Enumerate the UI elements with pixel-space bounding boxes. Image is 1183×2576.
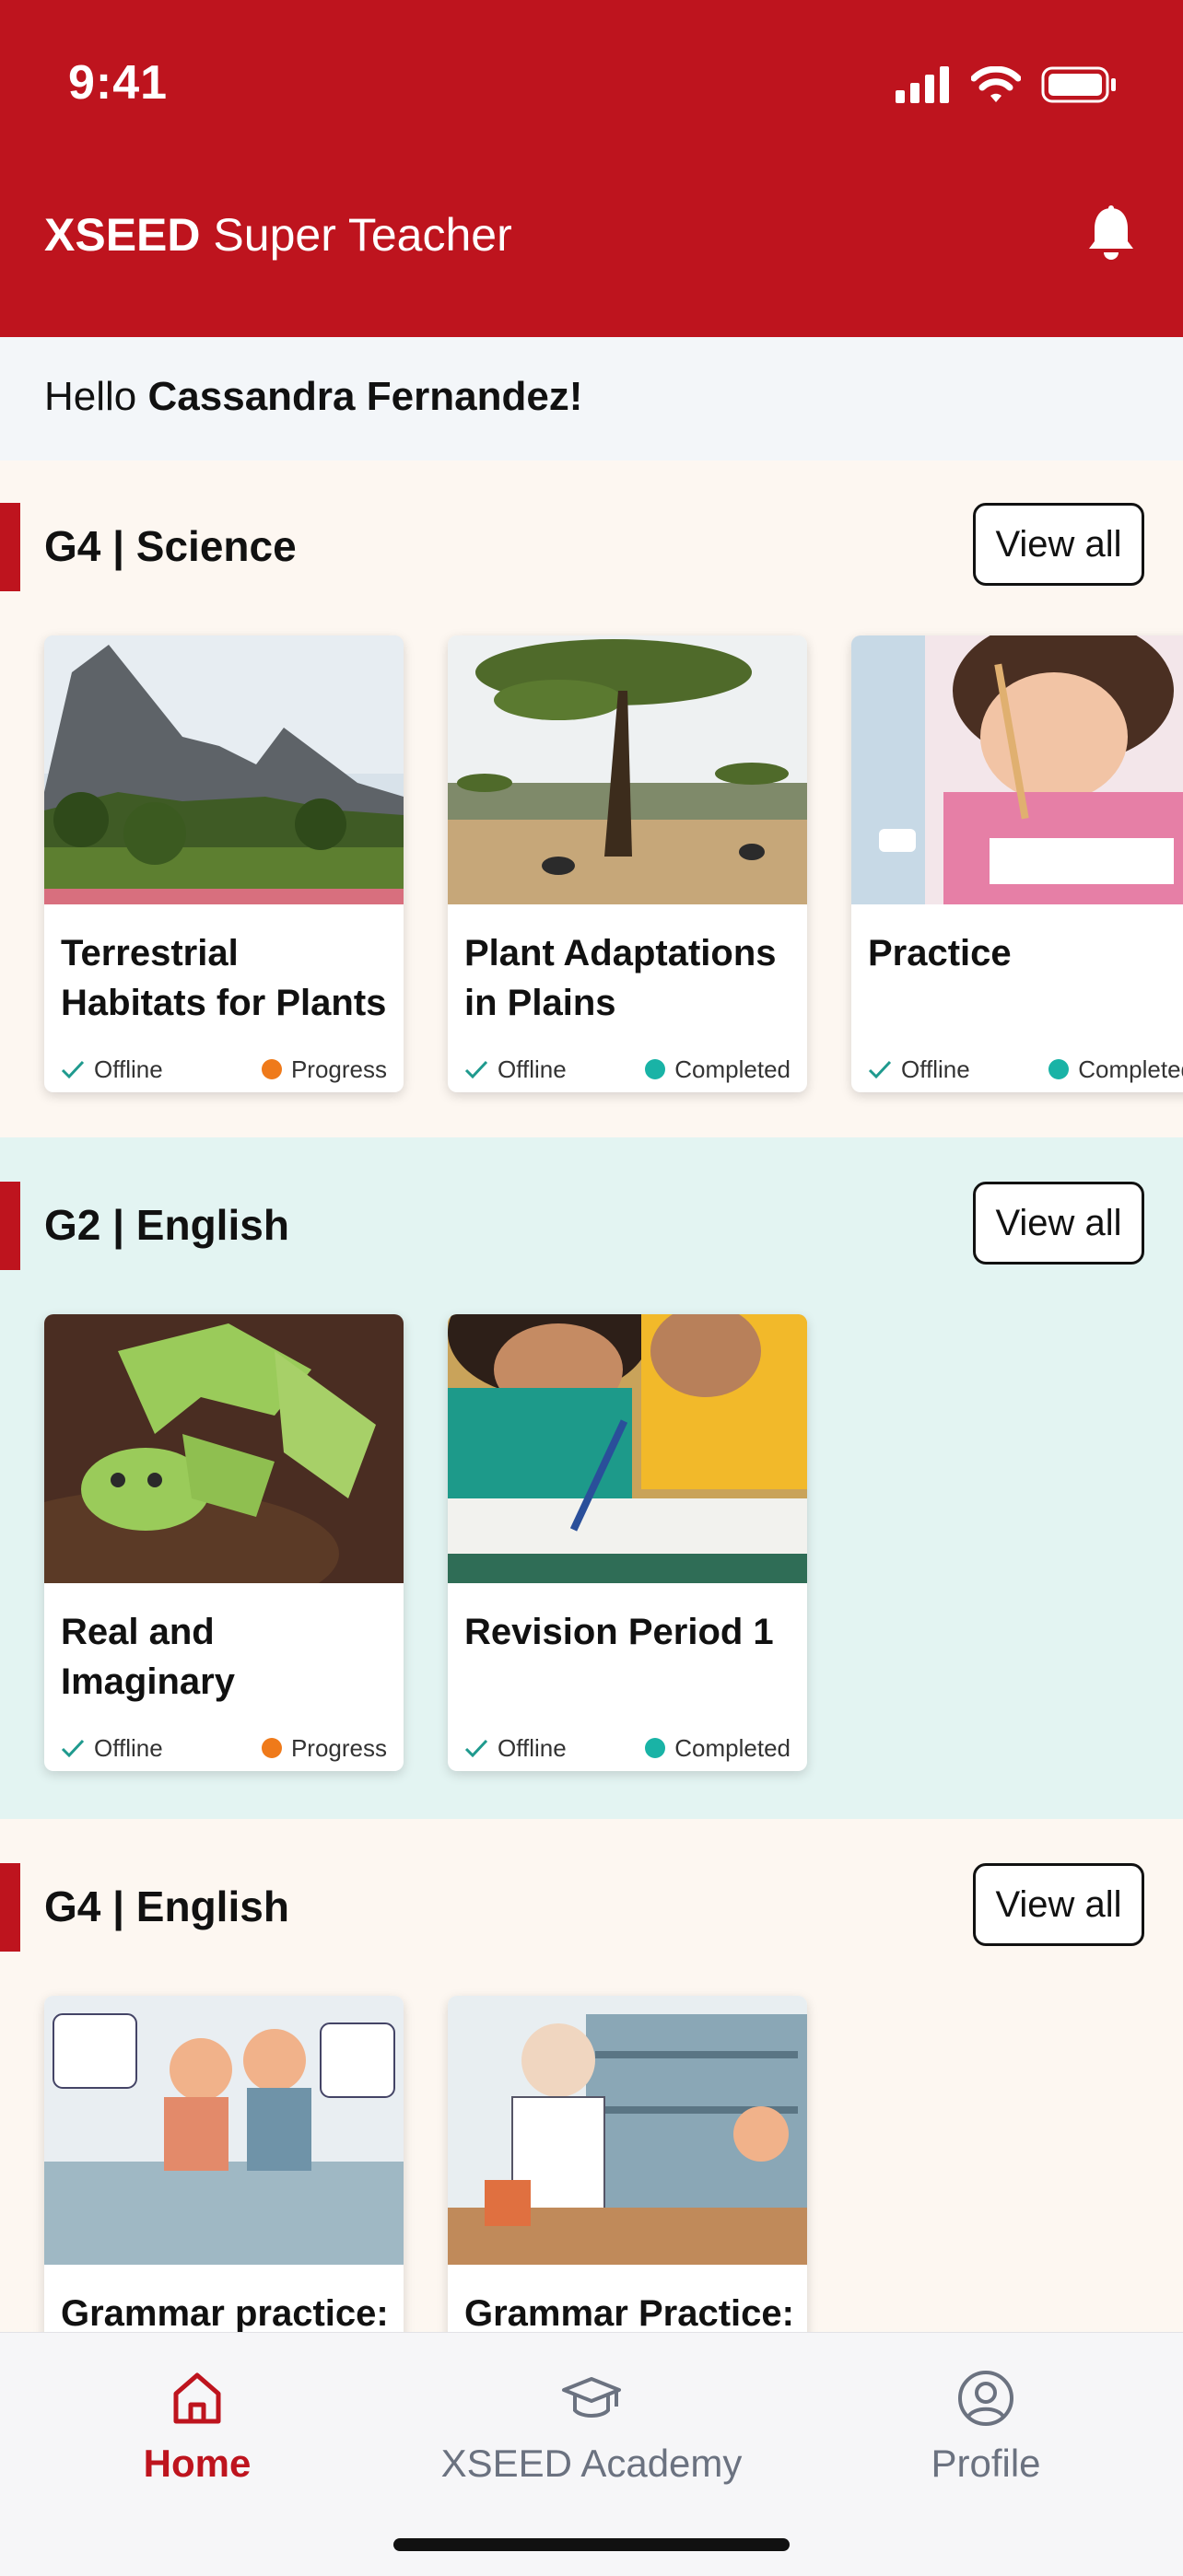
cellular-signal-icon	[896, 66, 949, 103]
card-meta: Offline Progress	[61, 1055, 387, 1083]
offline-label: Offline	[498, 1733, 567, 1762]
view-all-button[interactable]: View all	[973, 503, 1144, 586]
section-g4-science: G4 | Science View all Terrestrial Habita…	[0, 460, 1183, 1137]
card-title: Grammar practice:	[61, 2293, 389, 2334]
lesson-card-terrestrial-habitats[interactable]: Terrestrial Habitats for Plants Offline …	[44, 635, 404, 1092]
teacher-name: Cassandra Fernandez!	[147, 374, 583, 419]
card-title: Plant Adaptations in Plains	[464, 933, 777, 1023]
card-title: Real and Imaginary	[61, 1612, 235, 1702]
status-label: Progress	[290, 1055, 387, 1083]
section-accent	[0, 1182, 20, 1270]
status-indicator: Progress	[261, 1055, 387, 1084]
lesson-card-plant-adaptations[interactable]: Plant Adaptations in Plains Offline Comp…	[448, 635, 807, 1092]
profile-icon	[958, 2371, 1013, 2426]
status-label: Progress	[290, 1733, 387, 1762]
brand-name: XSEED	[44, 209, 201, 261]
section-g2-english: G2 | English View all Real and Imaginary…	[0, 1137, 1183, 1819]
nav-profile[interactable]: Profile	[792, 2368, 1179, 2486]
mountain-landscape-image	[44, 635, 404, 904]
card-meta: Offline Progress	[61, 1734, 387, 1762]
offline-indicator: Offline	[868, 1055, 970, 1084]
dragon-illustration-image	[44, 1314, 404, 1583]
greeting-bar: Hello Cassandra Fernandez!	[0, 337, 1183, 460]
check-icon	[868, 1060, 892, 1079]
offline-indicator: Offline	[464, 1734, 567, 1763]
nav-home-label: Home	[143, 2442, 252, 2485]
section-title: G2 | English	[44, 1201, 289, 1249]
graduation-cap-icon	[562, 2377, 621, 2418]
card-title: Grammar Practice:	[464, 2293, 794, 2334]
shop-illustration-image	[448, 1996, 807, 2265]
lesson-card-practice[interactable]: Practice Offline Completed	[851, 635, 1183, 1092]
check-icon	[464, 1060, 488, 1079]
status-label: Completed	[674, 1733, 791, 1762]
offline-indicator: Offline	[61, 1055, 163, 1084]
check-icon	[464, 1739, 488, 1758]
check-icon	[61, 1060, 85, 1079]
battery-icon	[1041, 66, 1116, 103]
progress-dot-icon	[261, 1738, 282, 1758]
app-title: XSEED Super Teacher	[44, 208, 512, 262]
nav-home[interactable]: Home	[4, 2368, 391, 2486]
completed-dot-icon	[645, 1059, 666, 1079]
app-header: 9:41 XSEED Super Teacher	[0, 0, 1183, 337]
nav-profile-label: Profile	[931, 2442, 1041, 2485]
completed-dot-icon	[1048, 1059, 1070, 1079]
app-subtitle: Super Teacher	[213, 209, 512, 261]
section-g4-english: G4 | English View all Grammar practice:	[0, 1819, 1183, 2453]
offline-label: Offline	[901, 1055, 970, 1083]
nav-academy-label: XSEED Academy	[440, 2442, 743, 2485]
status-label: Completed	[674, 1055, 791, 1083]
section-title: G4 | English	[44, 1882, 289, 1930]
card-title: Practice	[868, 933, 1012, 973]
offline-label: Offline	[498, 1055, 567, 1083]
status-label: Completed	[1078, 1055, 1183, 1083]
card-meta: Offline Completed	[464, 1055, 791, 1083]
offline-label: Offline	[94, 1055, 163, 1083]
offline-indicator: Offline	[464, 1055, 567, 1084]
completed-dot-icon	[645, 1738, 666, 1758]
cartoon-illustration-image	[44, 1996, 404, 2265]
offline-indicator: Offline	[61, 1734, 163, 1763]
lesson-card-revision-period-1[interactable]: Revision Period 1 Offline Completed	[448, 1314, 807, 1771]
view-all-button[interactable]: View all	[973, 1863, 1144, 1946]
card-meta: Offline Completed	[464, 1734, 791, 1762]
status-icons	[896, 66, 1117, 103]
status-indicator: Progress	[261, 1733, 387, 1763]
savanna-tree-image	[448, 635, 807, 904]
lesson-card-real-and-imaginary[interactable]: Real and Imaginary Offline Progress	[44, 1314, 404, 1771]
status-time: 9:41	[68, 56, 169, 110]
students-studying-image	[448, 1314, 807, 1583]
section-title: G4 | Science	[44, 522, 297, 570]
card-title: Terrestrial Habitats for Plants	[61, 933, 387, 1023]
card-meta: Offline Completed	[868, 1055, 1183, 1083]
greeting-prefix: Hello	[44, 374, 137, 419]
status-indicator: Completed	[645, 1734, 791, 1763]
progress-dot-icon	[261, 1059, 282, 1079]
status-indicator: Completed	[645, 1055, 791, 1084]
check-icon	[61, 1739, 85, 1758]
nav-xseed-academy[interactable]: XSEED Academy	[398, 2368, 785, 2486]
notification-bell-icon[interactable]	[1085, 204, 1137, 263]
status-indicator: Completed	[1048, 1055, 1183, 1084]
section-accent	[0, 503, 20, 591]
home-indicator[interactable]	[393, 2538, 790, 2551]
wifi-icon	[971, 66, 1021, 102]
greeting-text: Hello Cassandra Fernandez!	[44, 374, 582, 420]
section-accent	[0, 1863, 20, 1952]
view-all-button[interactable]: View all	[973, 1182, 1144, 1265]
child-writing-image	[851, 635, 1183, 904]
home-icon	[173, 2372, 221, 2424]
card-title: Revision Period 1	[464, 1612, 774, 1652]
offline-label: Offline	[94, 1733, 163, 1762]
